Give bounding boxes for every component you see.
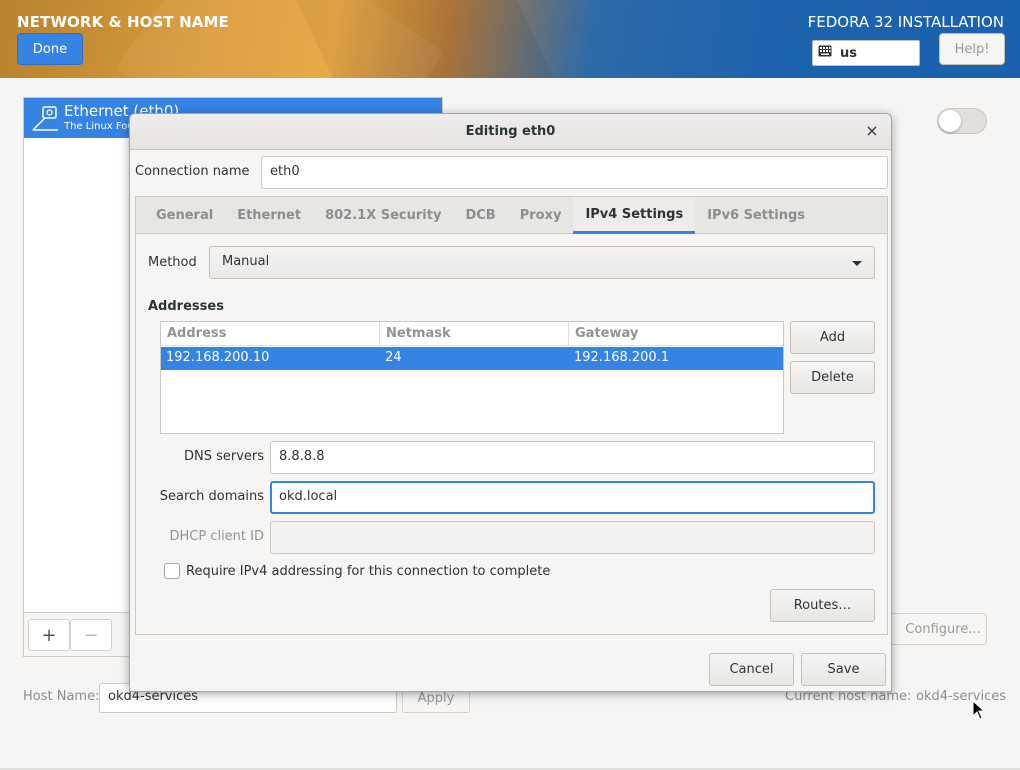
column-header-address[interactable]: Address [161, 322, 380, 346]
dns-servers-label: DNS servers [183, 449, 264, 464]
settings-tabs: General Ethernet 802.1X Security DCB Pro… [136, 197, 887, 234]
hostname-label: Host Name: [23, 689, 100, 704]
spoke-title: NETWORK & HOST NAME [17, 13, 229, 31]
product-title: FEDORA 32 INSTALLATION [807, 13, 1004, 31]
current-hostname-value: okd4-services [916, 689, 1007, 704]
close-icon[interactable]: × [863, 122, 881, 140]
cell-address[interactable]: 192.168.200.10 [161, 347, 380, 370]
method-value: Manual [222, 254, 270, 269]
toggle-knob [939, 110, 961, 132]
tab-general[interactable]: General [144, 197, 225, 234]
tab-ipv4-settings[interactable]: IPv4 Settings [573, 197, 696, 234]
device-vendor: The Linux Fou [64, 121, 134, 132]
tab-dcb[interactable]: DCB [453, 197, 507, 234]
cell-netmask[interactable]: 24 [380, 347, 569, 370]
method-label: Method [148, 255, 197, 270]
chevron-down-icon [852, 261, 862, 266]
keyboard-layout-label: us [840, 45, 857, 61]
remove-device-button[interactable]: − [70, 619, 112, 651]
installer-header: NETWORK & HOST NAME Done FEDORA 32 INSTA… [0, 0, 1020, 78]
routes-button[interactable]: Routes… [770, 589, 875, 622]
require-ipv4-option[interactable]: Require IPv4 addressing for this connect… [164, 563, 550, 579]
add-address-button[interactable]: Add [790, 321, 875, 354]
connection-name-input[interactable]: eth0 [261, 156, 888, 189]
table-row[interactable]: 192.168.200.10 24 192.168.200.1 [161, 347, 783, 370]
mouse-pointer-icon [972, 699, 986, 724]
cell-gateway[interactable]: 192.168.200.1 [569, 347, 783, 370]
search-domains-input[interactable]: okd.local [270, 481, 875, 514]
dialog-title: Editing eth0 [465, 124, 556, 139]
tab-8021x-security[interactable]: 802.1X Security [313, 197, 453, 234]
delete-address-button[interactable]: Delete [790, 361, 875, 394]
edit-connection-dialog: Editing eth0 × Connection name eth0 Gene… [129, 113, 892, 692]
save-button[interactable]: Save [801, 653, 886, 686]
tab-proxy[interactable]: Proxy [508, 197, 574, 234]
help-button[interactable]: Help! [939, 33, 1005, 65]
keyboard-layout-indicator[interactable]: us [812, 40, 920, 66]
dialog-titlebar[interactable]: Editing eth0 × [130, 114, 891, 150]
addresses-heading: Addresses [148, 299, 224, 314]
add-device-button[interactable]: + [28, 619, 70, 651]
done-button[interactable]: Done [17, 33, 83, 65]
tab-ethernet[interactable]: Ethernet [225, 197, 313, 234]
method-dropdown[interactable]: Manual [209, 246, 875, 279]
column-header-gateway[interactable]: Gateway [569, 322, 783, 346]
settings-notebook: General Ethernet 802.1X Security DCB Pro… [135, 196, 888, 635]
keyboard-icon [818, 45, 832, 61]
addresses-table-header: Address Netmask Gateway [161, 322, 783, 346]
column-header-netmask[interactable]: Netmask [380, 322, 569, 346]
require-ipv4-label[interactable]: Require IPv4 addressing for this connect… [186, 564, 550, 579]
header-decoration [292, 0, 568, 78]
require-ipv4-checkbox[interactable] [164, 563, 180, 579]
ethernet-icon [30, 103, 60, 133]
connection-name-label: Connection name [135, 164, 250, 179]
tab-ipv6-settings[interactable]: IPv6 Settings [695, 197, 817, 234]
dhcp-client-id-label: DHCP client ID [169, 529, 264, 544]
search-domains-label: Search domains [159, 489, 264, 504]
dhcp-client-id-input[interactable] [270, 521, 875, 554]
cancel-button[interactable]: Cancel [709, 653, 794, 686]
addresses-table[interactable]: Address Netmask Gateway 192.168.200.10 2… [160, 321, 784, 434]
dns-servers-input[interactable]: 8.8.8.8 [270, 441, 875, 474]
device-enable-toggle[interactable] [937, 108, 987, 134]
configure-button[interactable]: Configure... [885, 613, 987, 645]
